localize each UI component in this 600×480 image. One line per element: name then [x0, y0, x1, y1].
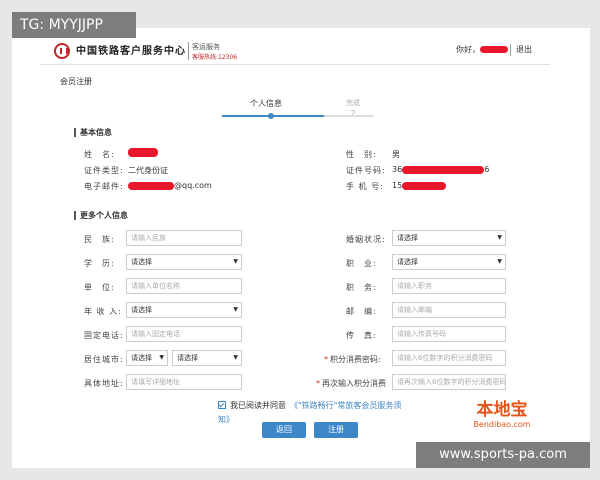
greeting: 你好， [456, 44, 508, 55]
brand-title: 中国铁路客户服务中心 [76, 46, 186, 57]
phone-value: 15 [392, 181, 447, 190]
tel-input[interactable]: 请输入固定电话 [126, 326, 242, 342]
watermark-bottom-right: www.sports-pa.com [416, 442, 590, 468]
chevron-down-icon: ▼ [159, 354, 164, 361]
progress-dot [268, 113, 274, 119]
income-label: 年 收 入: [84, 307, 122, 316]
points-password-input[interactable]: 请输入6位数字的积分消费密码 [392, 350, 506, 366]
header-divider [188, 42, 189, 60]
address-input[interactable]: 请填写详细地址 [126, 374, 242, 390]
idnum-label: 证件号码: [346, 166, 386, 175]
chevron-down-icon: ▼ [497, 258, 502, 265]
job-select[interactable]: 请选择 ▼ [392, 254, 506, 270]
marital-select[interactable]: 请选择 ▼ [392, 230, 506, 246]
step-personal-info: 个人信息 [250, 99, 282, 108]
agreement-checkbox[interactable] [218, 401, 226, 409]
redacted-name [128, 148, 158, 157]
gender-label: 性 别: [346, 150, 377, 159]
fax-input[interactable]: 请输入传真号码 [392, 326, 506, 342]
service-label: 客运服务 [192, 43, 220, 51]
nation-label: 民 族: [84, 235, 115, 244]
section-more-info: 更多个人信息 [74, 211, 128, 220]
chevron-down-icon: ▼ [497, 234, 502, 241]
header-divider-2 [510, 44, 511, 56]
city-city-select[interactable]: 请选择 ▼ [172, 350, 242, 366]
phone-label: 手 机 号: [346, 182, 384, 191]
marital-label: 婚姻状况: [346, 235, 386, 244]
education-label: 学 历: [84, 259, 115, 268]
points-password-label: * 积分消费密码: [324, 355, 381, 364]
required-mark: * [316, 379, 320, 388]
nation-input[interactable]: 请输入民族 [126, 230, 242, 246]
agreement-link-tail[interactable]: 知》 [218, 414, 234, 425]
education-select[interactable]: 请选择 ▼ [126, 254, 242, 270]
back-button[interactable]: 返回 [262, 422, 306, 438]
agreement-text: 我已阅读并同意 [230, 401, 286, 410]
section-basic-info: 基本信息 [74, 128, 112, 137]
name-label: 姓 名: [84, 150, 115, 159]
required-mark: * [324, 355, 328, 364]
breadcrumb: 会员注册 [60, 77, 92, 86]
company-input[interactable]: 请输入单位名称 [126, 278, 242, 294]
position-input[interactable]: 请输入职务 [392, 278, 506, 294]
company-label: 单 位: [84, 283, 115, 292]
chevron-down-icon: ▼ [233, 306, 238, 313]
idnum-value: 36 6 [392, 165, 490, 174]
tel-label: 固定电话: [84, 331, 124, 340]
site-header: 中国铁路客户服务中心 客运服务 客服热线:12306 你好， 退出 [40, 38, 550, 64]
redacted-phone [402, 181, 447, 190]
watermark-top-left: TG: MYYJJPP [12, 12, 136, 38]
chevron-down-icon: ▼ [233, 258, 238, 265]
city-label: 居住城市: [84, 355, 124, 364]
progress-bar-remaining [324, 115, 374, 117]
points-password-confirm-label: * 再次输入积分消费 [316, 379, 386, 388]
postcode-input[interactable]: 请输入邮编 [392, 302, 506, 318]
hotline-label: 客服热线:12306 [192, 54, 238, 61]
income-select[interactable]: 请选择 ▼ [126, 302, 242, 318]
points-password-confirm-input[interactable]: 请再次输入6位数字的积分消费密码 [392, 374, 506, 390]
address-label: 具体地址: [84, 379, 124, 388]
city-province-select[interactable]: 请选择 ▼ [126, 350, 168, 366]
redacted-idnum [402, 165, 485, 174]
idtype-value: 二代身份证 [128, 166, 168, 175]
redacted-email [128, 181, 174, 190]
railway-logo-icon [54, 43, 70, 59]
position-label: 职 务: [346, 283, 377, 292]
job-label: 职 业: [346, 259, 377, 268]
idtype-label: 证件类型: [84, 166, 124, 175]
name-value [128, 148, 158, 157]
email-label: 电子邮件: [84, 182, 124, 191]
postcode-label: 邮 编: [346, 307, 377, 316]
fax-label: 传 真: [346, 331, 377, 340]
chevron-down-icon: ▼ [233, 354, 238, 361]
register-button[interactable]: 注册 [314, 422, 358, 438]
redacted-username [480, 46, 508, 53]
bendibao-logo-sub: Bendibao.com [473, 420, 531, 429]
gender-value: 男 [392, 150, 400, 159]
email-value: @qq.com [128, 181, 212, 190]
agreement-link[interactable]: 《"铁路畅行"常旅客会员服务须 [290, 400, 401, 411]
header-rule [40, 64, 550, 65]
bendibao-logo: 本地宝 Bendibao.com [462, 400, 542, 440]
bendibao-logo-main: 本地宝 [476, 400, 528, 420]
logout-link[interactable]: 退出 [516, 44, 532, 55]
